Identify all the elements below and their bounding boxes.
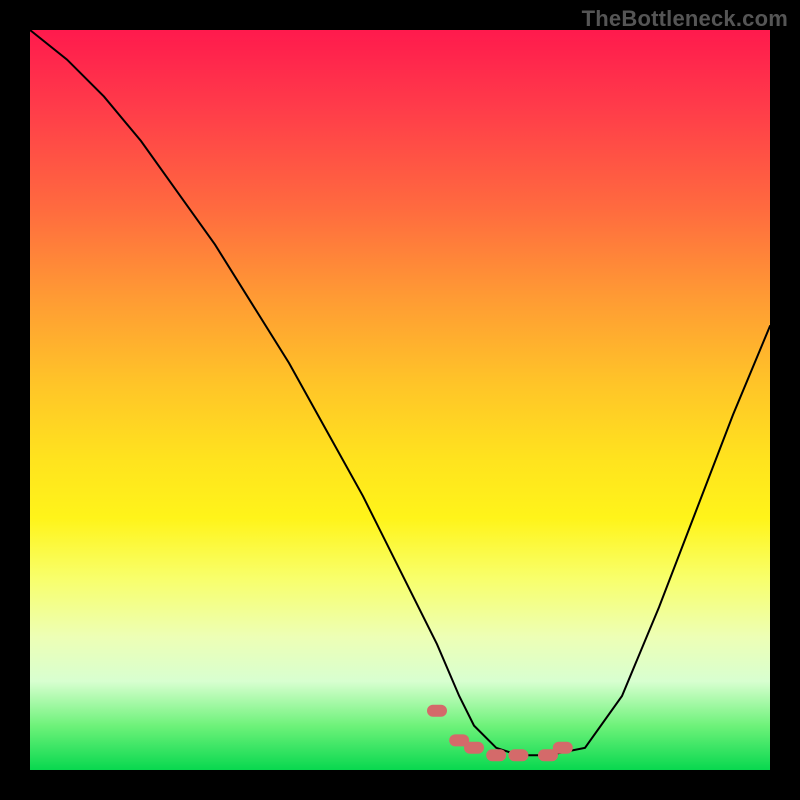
- plot-area: [30, 30, 770, 770]
- ideal-zone-marker: [464, 742, 484, 754]
- ideal-zone-marker: [553, 742, 573, 754]
- chart-frame: TheBottleneck.com: [0, 0, 800, 800]
- ideal-zone-markers: [427, 705, 573, 761]
- ideal-zone-marker: [486, 749, 506, 761]
- watermark-text: TheBottleneck.com: [582, 6, 788, 32]
- ideal-zone-marker: [427, 705, 447, 717]
- ideal-zone-marker: [508, 749, 528, 761]
- bottleneck-curve: [30, 30, 770, 755]
- curve-svg: [30, 30, 770, 770]
